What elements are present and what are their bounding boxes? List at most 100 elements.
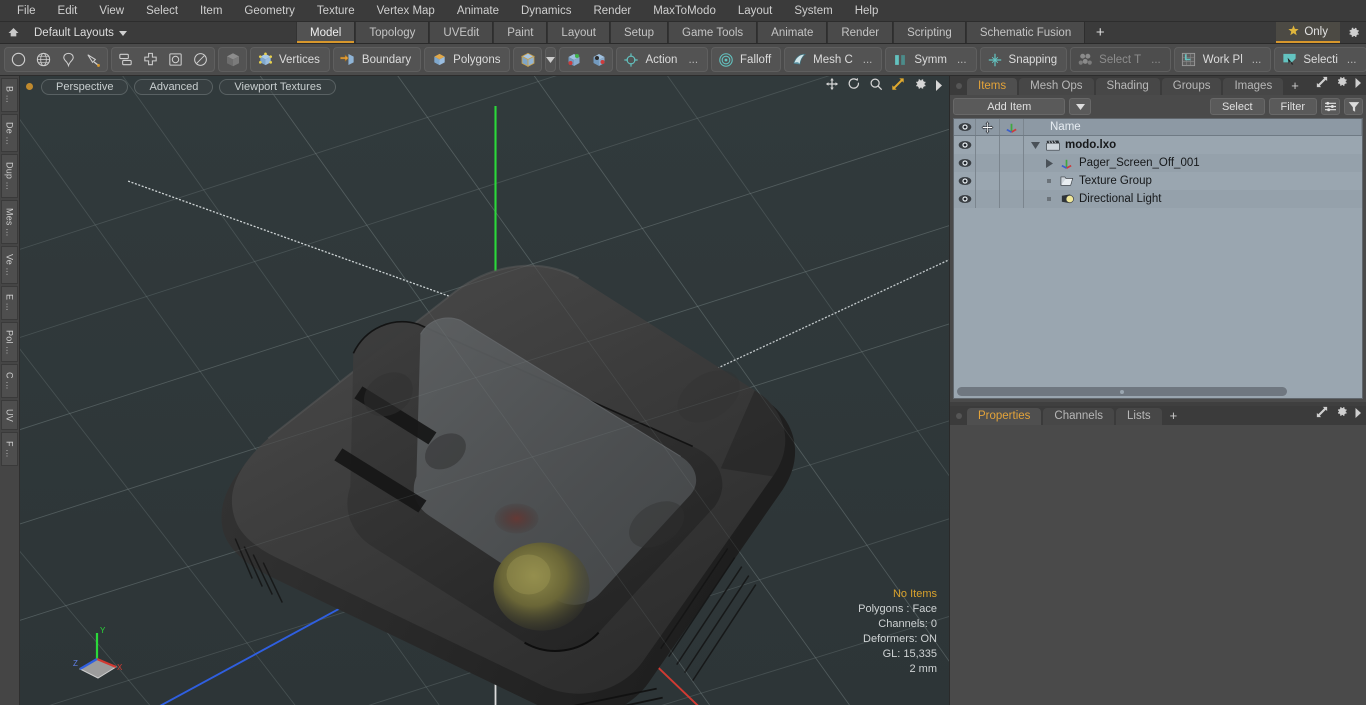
expand-panel-icon[interactable]	[1316, 405, 1328, 423]
menu-item-dynamics[interactable]: Dynamics	[510, 1, 582, 21]
expander-expanded-icon[interactable]	[1028, 141, 1042, 149]
move-view-icon[interactable]	[825, 77, 839, 96]
symmetry-button[interactable]: Symm ...	[885, 47, 977, 72]
action-center-button[interactable]: Action ...	[616, 47, 709, 72]
items-tab-mesh-ops[interactable]: Mesh Ops	[1019, 78, 1094, 95]
rail-item-duplicate[interactable]: Dup ...	[1, 154, 18, 198]
add-tab-button[interactable]: +	[1085, 22, 1116, 43]
items-tab-groups[interactable]: Groups	[1161, 78, 1222, 95]
chevron-right-icon[interactable]	[1355, 75, 1362, 93]
align-box-icon[interactable]	[163, 48, 188, 71]
menu-item-view[interactable]: View	[88, 1, 135, 21]
menu-item-item[interactable]: Item	[189, 1, 233, 21]
gear-icon[interactable]	[1340, 22, 1366, 43]
properties-tab-lists[interactable]: Lists	[1116, 408, 1162, 425]
selection-sets-button[interactable]: Selecti ...	[1274, 47, 1366, 72]
properties-add-tab-button[interactable]: +	[1164, 408, 1186, 425]
tree-row-directional-light[interactable]: Directional Light	[1024, 193, 1362, 205]
menu-item-file[interactable]: File	[6, 1, 47, 21]
menu-item-geometry[interactable]: Geometry	[233, 1, 306, 21]
menu-item-render[interactable]: Render	[582, 1, 642, 21]
row-axis-cell[interactable]	[1000, 172, 1024, 190]
tab-game-tools[interactable]: Game Tools	[668, 22, 758, 43]
menu-item-maxtomodo[interactable]: MaxToModo	[642, 1, 727, 21]
gear-icon[interactable]	[1335, 405, 1348, 423]
tree-row-scene[interactable]: modo.lxo	[1024, 139, 1362, 151]
column-axis-icon[interactable]	[1000, 119, 1024, 135]
properties-panel-body[interactable]	[950, 425, 1366, 705]
active-mesh-caret-icon[interactable]	[545, 47, 557, 72]
align-circle-icon[interactable]	[188, 48, 213, 71]
rail-item-polygon[interactable]: Pol ...	[1, 322, 18, 362]
mode-boundary-button[interactable]: Boundary	[332, 47, 422, 72]
rail-item-uv[interactable]: UV	[1, 400, 18, 430]
menu-item-select[interactable]: Select	[135, 1, 189, 21]
filter-button[interactable]: Filter	[1268, 98, 1317, 115]
align-rows-icon[interactable]	[113, 48, 138, 71]
row-axis-cell[interactable]	[1000, 136, 1024, 154]
table-row[interactable]: Directional Light	[954, 190, 1362, 208]
rail-item-mesh-edit[interactable]: Mes ...	[1, 200, 18, 244]
viewport-more-icon[interactable]	[935, 78, 943, 96]
tab-animate[interactable]: Animate	[757, 22, 828, 43]
row-axis-cell[interactable]	[1000, 190, 1024, 208]
default-layouts-menu[interactable]: Default Layouts	[26, 22, 135, 43]
work-plane-button[interactable]: Work Pl ...	[1173, 47, 1272, 72]
lasso-select-icon[interactable]	[56, 48, 81, 71]
menu-item-animate[interactable]: Animate	[446, 1, 510, 21]
chevron-right-icon[interactable]	[1355, 405, 1362, 423]
column-lock-move-icon[interactable]	[976, 119, 1000, 135]
tab-topology[interactable]: Topology	[355, 22, 430, 43]
add-item-button[interactable]: Add Item	[953, 98, 1066, 115]
menu-item-system[interactable]: System	[783, 1, 843, 21]
table-row[interactable]: Texture Group	[954, 172, 1362, 190]
row-lock-cell[interactable]	[976, 172, 1000, 190]
properties-tab-channels[interactable]: Channels	[1043, 408, 1115, 425]
items-tree[interactable]: Name modo.lxo Pager_Screen_Off_001 Textu…	[953, 118, 1363, 399]
home-icon[interactable]	[0, 22, 26, 43]
expander-collapsed-icon[interactable]	[1042, 158, 1056, 168]
rail-item-basic[interactable]: B ...	[1, 78, 18, 112]
tab-paint[interactable]: Paint	[493, 22, 548, 43]
viewport-shading-menu[interactable]: Advanced	[134, 78, 214, 95]
gear-icon[interactable]	[1335, 75, 1348, 93]
column-visibility-eye-icon[interactable]	[954, 119, 976, 135]
rail-item-vertex[interactable]: Ve ...	[1, 246, 18, 284]
tree-row-mesh[interactable]: Pager_Screen_Off_001	[1024, 157, 1362, 170]
rail-item-curve[interactable]: C ...	[1, 364, 18, 398]
only-toggle-button[interactable]: Only	[1276, 22, 1340, 43]
row-lock-cell[interactable]	[976, 190, 1000, 208]
row-visibility-eye-icon[interactable]	[954, 172, 976, 190]
falloff-button[interactable]: Falloff	[711, 47, 782, 72]
viewport-textures-menu[interactable]: Viewport Textures	[219, 78, 337, 95]
menu-item-layout[interactable]: Layout	[727, 1, 784, 21]
menu-item-vertex-map[interactable]: Vertex Map	[366, 1, 446, 21]
rail-item-edge[interactable]: E ...	[1, 286, 18, 320]
globe-select-icon[interactable]	[31, 48, 56, 71]
viewport-settings-icon[interactable]	[913, 77, 927, 96]
list-options-icon[interactable]	[1321, 98, 1340, 115]
table-row[interactable]: modo.lxo	[954, 136, 1362, 154]
scrollbar-thumb[interactable]	[957, 387, 1287, 396]
align-cross-icon[interactable]	[138, 48, 163, 71]
fit-view-icon[interactable]	[891, 77, 905, 96]
mode-polygons-button[interactable]: Polygons	[424, 47, 511, 72]
menu-item-edit[interactable]: Edit	[47, 1, 89, 21]
mode-vertices-button[interactable]: Vertices	[250, 47, 330, 72]
center-pivot-icon[interactable]	[561, 48, 586, 71]
viewport-canvas[interactable]	[20, 76, 949, 705]
viewport-projection-menu[interactable]: Perspective	[41, 78, 129, 95]
snapping-button[interactable]: Snapping	[979, 47, 1068, 72]
rotate-view-icon[interactable]	[847, 77, 861, 96]
row-lock-cell[interactable]	[976, 136, 1000, 154]
cube-item-icon[interactable]	[220, 48, 245, 71]
items-tab-shading[interactable]: Shading	[1095, 78, 1160, 95]
tab-scripting[interactable]: Scripting	[893, 22, 966, 43]
filter-funnel-icon[interactable]	[1344, 98, 1363, 115]
row-lock-cell[interactable]	[976, 154, 1000, 172]
items-add-tab-button[interactable]: +	[1285, 78, 1307, 95]
items-tree-hscrollbar[interactable]	[957, 387, 1359, 396]
tab-setup[interactable]: Setup	[609, 22, 669, 43]
tab-layout[interactable]: Layout	[547, 22, 610, 43]
offset-pivot-icon[interactable]	[586, 48, 611, 71]
